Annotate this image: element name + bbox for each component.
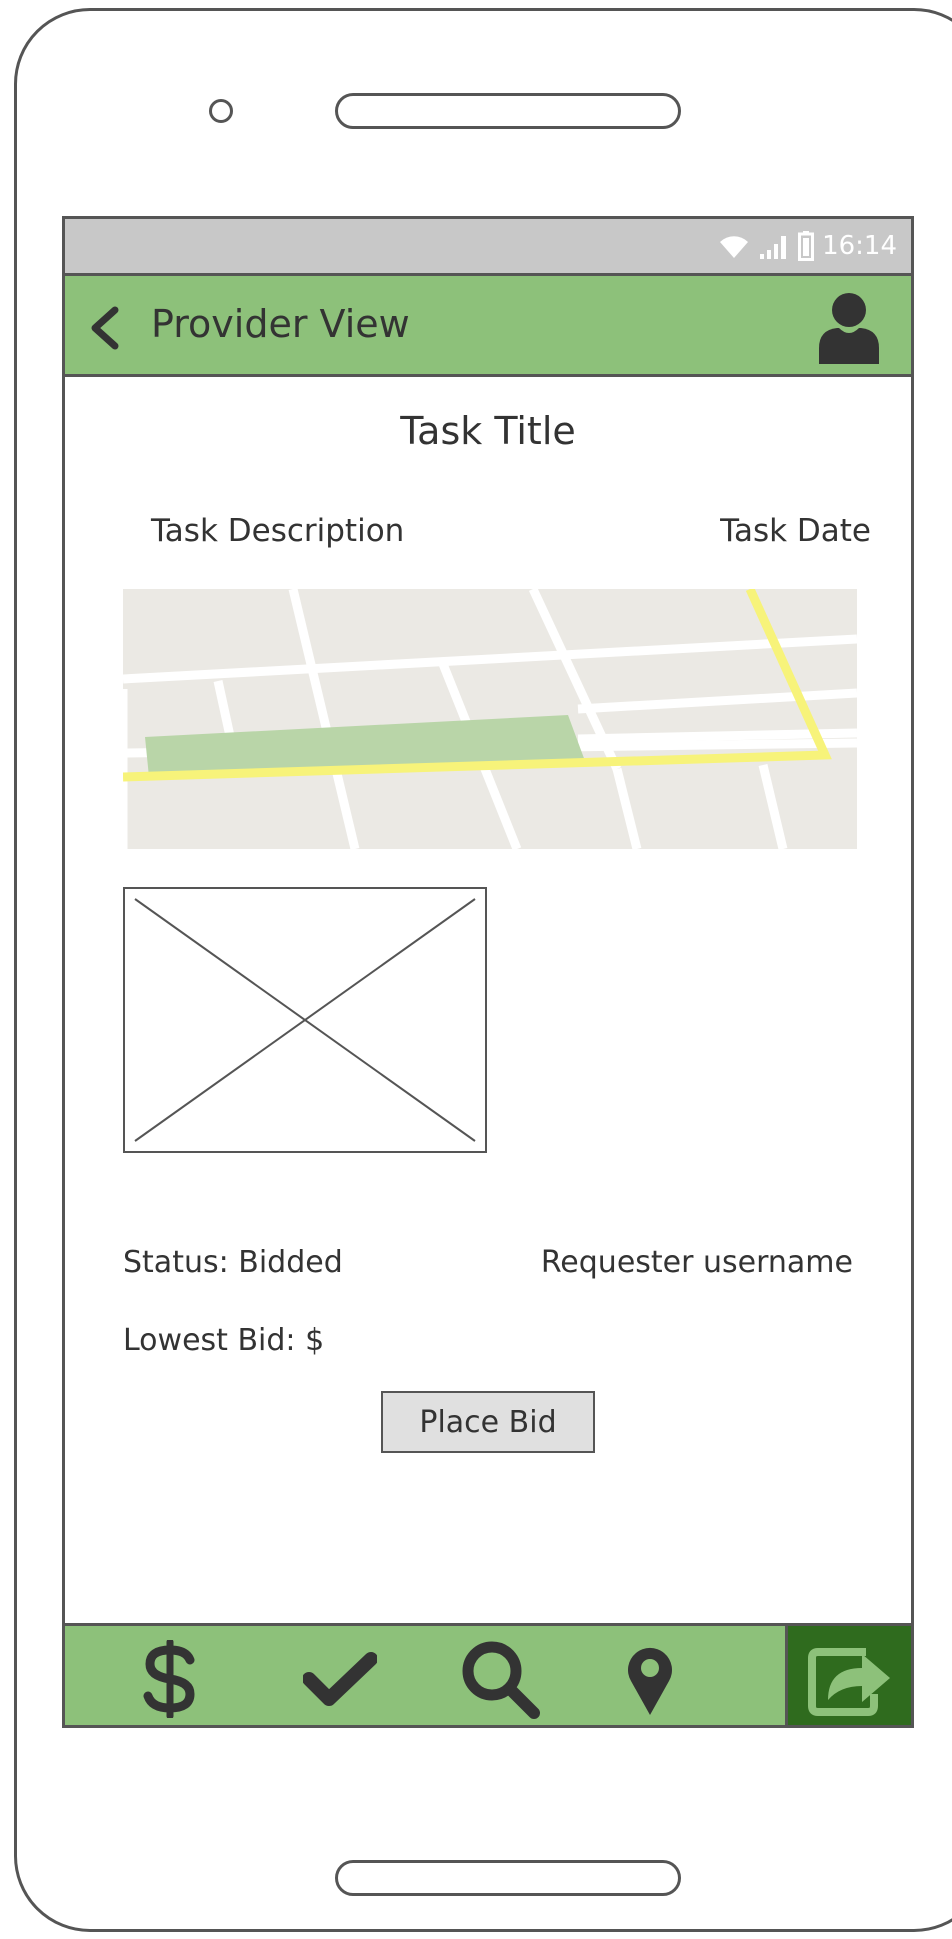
search-icon xyxy=(462,1641,540,1719)
map-view[interactable] xyxy=(123,589,857,849)
share-icon xyxy=(808,1647,890,1716)
home-button[interactable] xyxy=(335,1860,681,1896)
requester-username[interactable]: Requester username xyxy=(541,1245,853,1280)
checkmark-icon xyxy=(303,1651,377,1706)
chevron-left-icon[interactable] xyxy=(87,306,123,350)
battery-icon xyxy=(798,231,815,261)
task-description: Task Description xyxy=(151,513,405,549)
nav-item-search[interactable] xyxy=(445,1626,555,1725)
map-pin-icon xyxy=(628,1647,672,1715)
signal-icon xyxy=(760,236,787,259)
nav-item-completed[interactable] xyxy=(285,1626,395,1725)
task-title: Task Title xyxy=(400,409,576,453)
wifi-icon xyxy=(720,236,749,258)
task-date: Task Date xyxy=(720,513,871,549)
task-status: Status: Bidded xyxy=(123,1245,343,1280)
camera-icon xyxy=(209,99,233,123)
lowest-bid: Lowest Bid: $ xyxy=(123,1323,325,1358)
place-bid-button[interactable]: Place Bid xyxy=(381,1391,595,1453)
speaker-slot xyxy=(335,93,681,129)
app-bar: Provider View xyxy=(65,273,911,377)
clock-time: 16:14 xyxy=(822,231,897,261)
nav-item-payments[interactable] xyxy=(125,1626,215,1725)
task-image-placeholder xyxy=(123,887,487,1153)
nav-item-share[interactable] xyxy=(785,1626,911,1725)
dollar-icon xyxy=(143,1639,195,1718)
status-bar: 16:14 xyxy=(65,219,911,273)
nav-item-location[interactable] xyxy=(605,1626,695,1725)
user-icon[interactable] xyxy=(817,292,881,364)
app-screen: 16:14 Provider View Task Title Task Desc… xyxy=(62,216,914,1728)
status-icons: 16:14 xyxy=(718,227,897,265)
bottom-nav-bar xyxy=(65,1623,911,1725)
app-bar-title: Provider View xyxy=(151,302,410,346)
